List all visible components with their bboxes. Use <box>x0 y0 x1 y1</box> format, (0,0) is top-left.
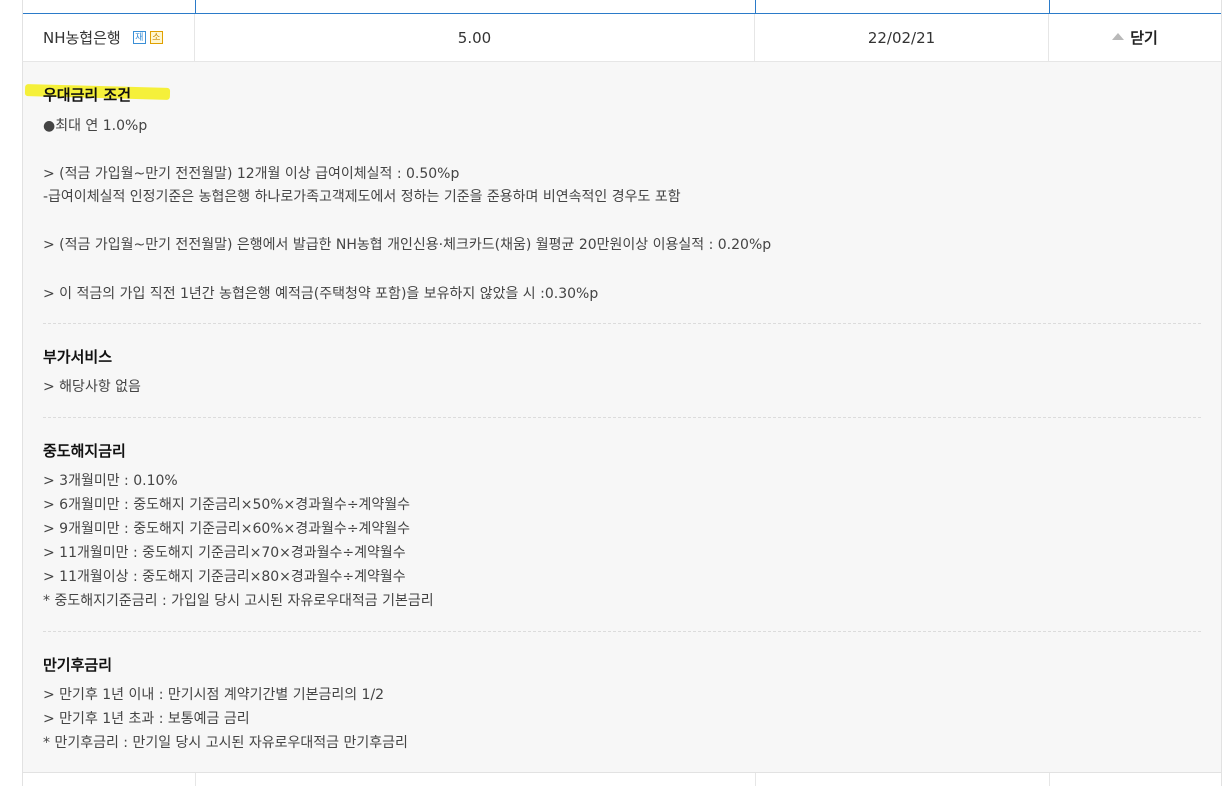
list-item: > 해당사항 없음 <box>43 379 141 395</box>
list-item: * 만기후금리 : 만기일 당시 고시된 자유로우대적금 만기후금리 <box>43 735 408 751</box>
bank-name: NH농협은행 <box>43 29 121 47</box>
section-divider <box>43 631 1201 632</box>
detail-panel: 우대금리 조건 ●최대 연 1.0%p > (적금 가입월~만기 전전월말) 1… <box>22 62 1222 773</box>
list-item: > (적금 가입월~만기 전전월말) 12개월 이상 급여이체실적 : 0.50… <box>43 166 460 182</box>
page: NH농협은행 재 소 5.00 22/02/21 닫기 우대금리 조건 ●최대 … <box>0 0 1232 786</box>
list-item: > 3개월미만 : 0.10% <box>43 473 178 489</box>
date-cell: 22/02/21 <box>755 14 1049 61</box>
list-item: > 이 적금의 가입 직전 1년간 농협은행 예적금(주택청약 포함)을 보유하… <box>43 286 599 302</box>
list-item: > 11개월이상 : 중도해지 기준금리×80×경과월수÷계약월수 <box>43 569 406 585</box>
list-item: > 9개월미만 : 중도해지 기준금리×60%×경과월수÷계약월수 <box>43 521 411 537</box>
list-item: -급여이체실적 인정기준은 농협은행 하나로가족고객제도에서 정하는 기준을 준… <box>43 189 681 205</box>
bank-cell: NH농협은행 재 소 <box>23 14 195 61</box>
section-divider <box>43 323 1201 324</box>
list-item: ●최대 연 1.0%p <box>43 118 148 134</box>
table-row-next <box>22 773 1222 786</box>
list-item: > 6개월미만 : 중도해지 기준금리×50%×경과월수÷계약월수 <box>43 497 411 513</box>
section-title-post-maturity: 만기후금리 <box>43 656 113 674</box>
list-item: * 중도해지기준금리 : 가입일 당시 고시된 자유로우대적금 기본금리 <box>43 593 434 609</box>
badge-re-icon: 재 <box>132 31 146 44</box>
close-toggle-button[interactable]: 닫기 <box>1049 14 1221 61</box>
list-item: > 만기후 1년 초과 : 보통예금 금리 <box>43 711 250 727</box>
table-header-rule <box>22 0 1222 14</box>
close-toggle-label: 닫기 <box>1130 29 1158 47</box>
list-item: > 만기후 1년 이내 : 만기시점 계약기간별 기본금리의 1/2 <box>43 687 385 703</box>
section-divider <box>43 417 1201 418</box>
section-title-early-termination: 중도해지금리 <box>43 442 126 460</box>
list-item: > (적금 가입월~만기 전전월말) 은행에서 발급한 NH농협 개인신용·체크… <box>43 237 772 253</box>
section-title-preferential: 우대금리 조건 <box>43 86 132 104</box>
rate-cell: 5.00 <box>195 14 755 61</box>
badge-so-icon: 소 <box>149 31 163 44</box>
list-item: > 11개월미만 : 중도해지 기준금리×70×경과월수÷계약월수 <box>43 545 406 561</box>
section-title-additional: 부가서비스 <box>43 348 113 366</box>
table-row: NH농협은행 재 소 5.00 22/02/21 닫기 <box>22 14 1222 62</box>
caret-up-icon <box>1112 33 1125 40</box>
